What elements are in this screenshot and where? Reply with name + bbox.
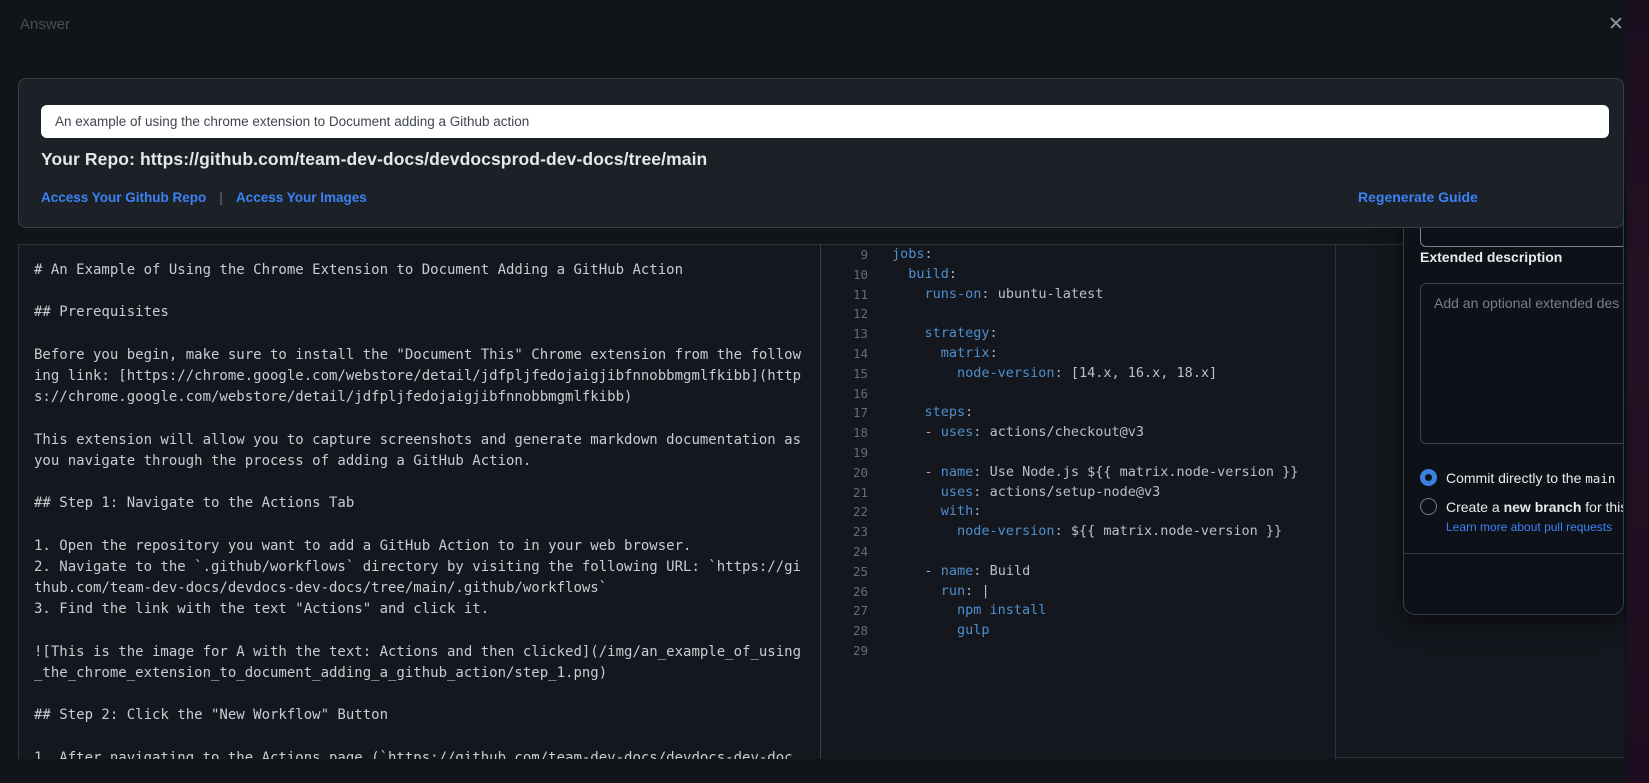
line-number: 20 (821, 463, 868, 483)
line-number: 24 (821, 542, 868, 562)
popover-divider (1404, 553, 1623, 554)
commit-changes-popover: Extended description Commit directly to … (1403, 186, 1624, 615)
line-number: 12 (821, 304, 868, 324)
code-text: jobs: (868, 245, 933, 265)
line-number: 15 (821, 364, 868, 384)
line-number: 19 (821, 443, 868, 463)
extended-description-label: Extended description (1420, 249, 1562, 265)
code-line: 24 (821, 542, 1335, 562)
markdown-content[interactable]: # An Example of Using the Chrome Extensi… (34, 260, 814, 759)
code-line: 18 - uses: actions/checkout@v3 (821, 423, 1335, 443)
code-text: node-version: [14.x, 16.x, 18.x] (868, 364, 1217, 384)
link-separator: | (219, 189, 223, 205)
radio-unselected-icon[interactable] (1420, 498, 1437, 515)
line-number: 29 (821, 641, 868, 661)
code-text: build: (868, 265, 957, 285)
editor-region: # An Example of Using the Chrome Extensi… (18, 244, 1624, 758)
modal-title: Answer (20, 16, 70, 33)
code-line: 25 - name: Build (821, 562, 1335, 582)
extended-description-textarea[interactable] (1420, 283, 1624, 444)
line-number: 16 (821, 384, 868, 404)
code-text: strategy: (868, 324, 998, 344)
code-text: run: | (868, 582, 990, 602)
code-text (868, 443, 892, 463)
line-number: 13 (821, 324, 868, 344)
code-line: 28 gulp (821, 621, 1335, 641)
code-text (868, 542, 892, 562)
line-number: 23 (821, 522, 868, 542)
radio-selected-icon[interactable] (1420, 469, 1437, 486)
line-number: 28 (821, 621, 868, 641)
code-line: 12 (821, 304, 1335, 324)
code-text: with: (868, 502, 981, 522)
code-line: 14 matrix: (821, 344, 1335, 364)
regenerate-guide-link[interactable]: Regenerate Guide (1358, 189, 1478, 205)
code-line: 20 - name: Use Node.js ${{ matrix.node-v… (821, 463, 1335, 483)
code-line: 19 (821, 443, 1335, 463)
guide-title-input[interactable] (41, 105, 1609, 138)
code-text: npm install (868, 601, 1046, 621)
line-number: 22 (821, 502, 868, 522)
line-number: 11 (821, 285, 868, 305)
code-text: node-version: ${{ matrix.node-version }} (868, 522, 1282, 542)
code-text: - name: Use Node.js ${{ matrix.node-vers… (868, 463, 1298, 483)
create-branch-label: Create a new branch for this (1446, 499, 1624, 515)
code-text: - uses: actions/checkout@v3 (868, 423, 1144, 443)
guide-header-card: Your Repo: https://github.com/team-dev-d… (18, 78, 1624, 228)
code-text: uses: actions/setup-node@v3 (868, 483, 1160, 503)
code-line: 23 node-version: ${{ matrix.node-version… (821, 522, 1335, 542)
commit-directly-option[interactable]: Commit directly to the main (1420, 469, 1615, 486)
repo-url-label: Your Repo: https://github.com/team-dev-d… (41, 149, 707, 170)
line-number: 10 (821, 265, 868, 285)
code-line: 26 run: | (821, 582, 1335, 602)
yaml-code-pane[interactable]: 9jobs:10 build:11 runs-on: ubuntu-latest… (821, 245, 1336, 759)
code-line: 9jobs: (821, 245, 1335, 265)
code-line: 10 build: (821, 265, 1335, 285)
code-line: 17 steps: (821, 403, 1335, 423)
links-row: Access Your Github Repo | Access Your Im… (41, 189, 367, 205)
line-number: 25 (821, 562, 868, 582)
line-number: 18 (821, 423, 868, 443)
code-line: 15 node-version: [14.x, 16.x, 18.x] (821, 364, 1335, 384)
answer-modal: Answer ✕ Your Repo: https://github.com/t… (0, 0, 1649, 783)
line-number: 9 (821, 245, 868, 265)
code-line: 16 (821, 384, 1335, 404)
code-line: 29 (821, 641, 1335, 661)
code-text: steps: (868, 403, 973, 423)
code-text (868, 304, 892, 324)
code-line: 21 uses: actions/setup-node@v3 (821, 483, 1335, 503)
access-images-link[interactable]: Access Your Images (236, 190, 367, 205)
code-lines: 9jobs:10 build:11 runs-on: ubuntu-latest… (821, 245, 1335, 661)
line-number: 17 (821, 403, 868, 423)
line-number: 26 (821, 582, 868, 602)
code-text (868, 641, 892, 661)
code-text: runs-on: ubuntu-latest (868, 285, 1103, 305)
branch-name-code: main (1585, 471, 1615, 486)
code-line: 13 strategy: (821, 324, 1335, 344)
line-number: 14 (821, 344, 868, 364)
code-line: 27 npm install (821, 601, 1335, 621)
close-icon[interactable]: ✕ (1603, 12, 1629, 38)
code-text: matrix: (868, 344, 998, 364)
code-text (868, 384, 892, 404)
learn-more-pull-requests-link[interactable]: Learn more about pull requests (1446, 520, 1612, 534)
access-github-repo-link[interactable]: Access Your Github Repo (41, 190, 206, 205)
markdown-editor-pane[interactable]: # An Example of Using the Chrome Extensi… (18, 245, 821, 759)
line-number: 21 (821, 483, 868, 503)
code-text: gulp (868, 621, 990, 641)
page-background-strip (1627, 0, 1649, 783)
code-line: 11 runs-on: ubuntu-latest (821, 285, 1335, 305)
code-line: 22 with: (821, 502, 1335, 522)
create-branch-option[interactable]: Create a new branch for this (1420, 498, 1624, 515)
line-number: 27 (821, 601, 868, 621)
commit-directly-label: Commit directly to the main (1446, 470, 1615, 486)
code-text: - name: Build (868, 562, 1030, 582)
